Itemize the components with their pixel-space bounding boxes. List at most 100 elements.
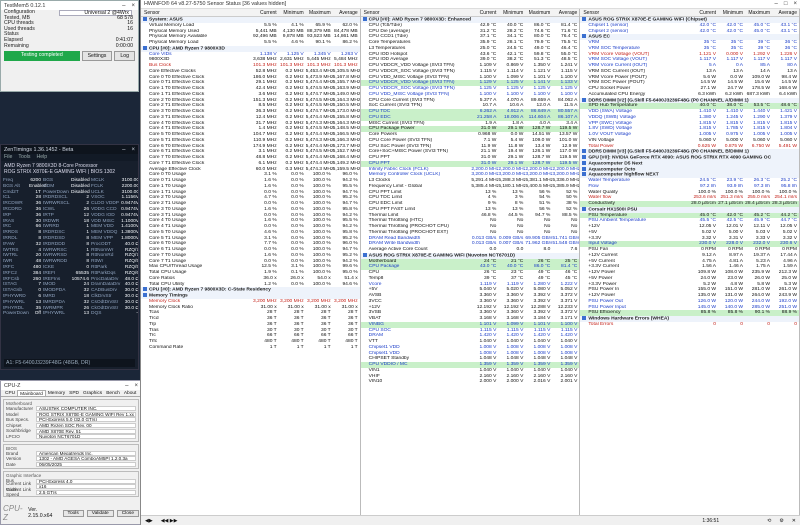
validate-button[interactable]: Validate <box>86 509 114 517</box>
status-text: Testing completed <box>4 51 80 62</box>
tab-cpu[interactable]: CPU <box>3 390 17 396</box>
bios-section: BIOS Brand American Megatrends Inc. Versio… <box>3 443 139 470</box>
field-value: AMD X870E Rev. 51 <box>36 428 136 434</box>
info-label: Remaining <box>4 42 29 49</box>
header-maximum[interactable]: Maximum <box>306 9 333 16</box>
sensor-value: 1 T <box>296 344 304 350</box>
tab-about[interactable]: About <box>122 390 139 396</box>
cpuz-footer: CPU-Z Ver. 2.15.0.x64 Tools Validate Clo… <box>3 504 139 522</box>
window-controls: – □ × <box>775 1 797 7</box>
nav-arrows-icon[interactable]: ◀◀ ▶▶ <box>161 518 178 524</box>
sensor-row[interactable]: VIN10 2.000 V 2.000 V 2.016 V 2.001 V <box>361 379 580 385</box>
chip-icon <box>362 17 367 21</box>
chip-icon <box>143 17 147 21</box>
zentimings-window: ZenTimings 1.36.1452 - Beta – × File Too… <box>0 144 139 370</box>
header-average[interactable]: Average <box>333 9 360 16</box>
field-value: PCI-Express 5.0 (32.0 GT/s) <box>36 417 136 423</box>
timing-label: tPHYWRL <box>43 311 65 317</box>
chip-icon <box>582 149 587 154</box>
sensor-value: 0 <box>713 321 717 327</box>
header-sensor[interactable]: Sensor <box>141 9 252 16</box>
tab-spd[interactable]: SPD <box>67 390 81 396</box>
header-current[interactable]: Current <box>252 9 279 16</box>
sensor-group-name: Aquacomputer D5 Next <box>588 161 643 167</box>
hwinfo-title: HWiNFO® 64 v8.27-5750 Sensor Status [36 … <box>144 1 287 7</box>
cpuz-titlebar[interactable]: CPU-Z – × <box>1 381 141 390</box>
header-minimum[interactable]: Minimum <box>498 9 525 16</box>
sensor-group-name: ASUS EC <box>588 34 611 40</box>
column-header: Sensor Current Minimum Maximum Average <box>360 9 580 17</box>
chip-icon <box>582 97 587 102</box>
hwinfo-statusbar: ◀▶ ◀◀ ▶▶ 1:36:51 ⟲ ⚙ ✕ <box>141 515 800 525</box>
dimm-select[interactable]: A1: F5-6400J3239F48G (48GB, DR) <box>4 359 135 367</box>
sensor-row[interactable]: Total Errors 0 0 0 0 <box>580 322 799 328</box>
timing-value: – <box>136 311 139 317</box>
header-sensor[interactable]: Sensor <box>361 9 472 16</box>
maximize-icon[interactable]: □ <box>784 1 788 7</box>
tools-button[interactable]: Tools <box>62 509 84 517</box>
header-average[interactable]: Average <box>772 9 799 16</box>
reset-icon[interactable]: ⟲ <box>767 518 771 524</box>
sensor-row[interactable]: Command Rate 1 T 1 T 1 T 1 T <box>141 345 360 351</box>
chip-icon <box>143 293 147 297</box>
hwinfo-titlebar[interactable]: HWiNFO® 64 v8.27-5750 Sensor Status [36 … <box>141 0 800 9</box>
chip-icon <box>582 166 587 171</box>
zentimings-titlebar[interactable]: ZenTimings 1.36.1452 - Beta – × <box>1 145 138 154</box>
menu-tools[interactable]: Tools <box>18 154 30 160</box>
tab-memory[interactable]: Memory <box>46 390 67 396</box>
sensor-group-name: Memory Timings <box>149 293 188 299</box>
field-row: Date 06/05/2025 <box>6 462 136 468</box>
header-average[interactable]: Average <box>552 9 579 16</box>
tab-mainboard[interactable]: Mainboard <box>17 390 46 397</box>
menu-help[interactable]: Help <box>36 154 47 160</box>
chip-icon <box>582 17 587 21</box>
settings-button[interactable]: Settings <box>81 51 113 62</box>
zentimings-header: AMD Ryzen 7 9800X3D 8-Core Processor ROG… <box>1 161 138 177</box>
minimize-icon[interactable]: – <box>775 1 778 7</box>
close-icon[interactable]: × <box>793 1 797 7</box>
header-minimum[interactable]: Minimum <box>279 9 306 16</box>
column-header: Sensor Current Minimum Maximum Average <box>580 9 800 17</box>
sensor-group-name: Aquacomputer Octo <box>588 166 636 172</box>
field-row: Current Link Speed 2.5 GT/s <box>6 486 136 498</box>
minimize-icon[interactable]: – <box>122 3 125 9</box>
sensor-group-name: ASUS ROG STRIX X870E-E GAMING WIFI (Chip… <box>588 17 707 23</box>
header-minimum[interactable]: Minimum <box>718 9 745 16</box>
field-value: AMD Ryzen SOC Rev. 00 <box>36 423 136 429</box>
log-button[interactable]: Log <box>114 51 135 62</box>
header-sensor[interactable]: Sensor <box>580 9 691 16</box>
close-icon[interactable]: × <box>134 383 138 389</box>
nav-left-icon[interactable]: ◀▶ <box>145 518 153 524</box>
header-current[interactable]: Current <box>471 9 498 16</box>
field-label: Current Link Speed <box>6 486 32 498</box>
field-value: Nuvoton NCT6701D <box>36 434 136 440</box>
timing-label: PowerDown <box>3 311 29 317</box>
close-icon[interactable]: × <box>131 3 135 9</box>
close-icon[interactable]: × <box>131 147 135 153</box>
header-current[interactable]: Current <box>691 9 718 16</box>
sensor-group-name: Corsair HX1500i PSU <box>588 207 638 213</box>
elapsed-clock: 1:36:51 <box>702 517 720 524</box>
column-header: Sensor Current Minimum Maximum Average <box>141 9 360 17</box>
graphic-interface-section: Graphic Interface Bus PCI-Express 4.0 Curr… <box>3 471 139 497</box>
testmem5-title: TestMem5 0.12.1 <box>4 2 46 9</box>
sensor-value: 0 <box>767 321 771 327</box>
header-maximum[interactable]: Maximum <box>525 9 552 16</box>
cpuz-logo: CPU-Z <box>3 504 23 522</box>
tab-graphics[interactable]: Graphics <box>81 390 104 396</box>
close-button[interactable]: Close <box>116 509 139 517</box>
info-row: Remaining 0:00:00 <box>1 42 138 50</box>
hwinfo-window: HWiNFO® 64 v8.27-5750 Sensor Status [36 … <box>140 0 800 525</box>
menu-file[interactable]: File <box>4 154 12 160</box>
sensor-value: 1 T <box>350 344 358 350</box>
minimize-icon[interactable]: – <box>125 383 128 389</box>
tab-bench[interactable]: Bench <box>104 390 122 396</box>
cpuz-window: CPU-Z – × CPU Mainboard Memory SPD Graphics B… <box>0 380 142 525</box>
settings-icon[interactable]: ⚙ <box>779 518 783 524</box>
close-sensors-icon[interactable]: ✕ <box>792 518 796 524</box>
sensor-name: Command Rate <box>149 344 184 350</box>
minimize-icon[interactable]: – <box>122 147 125 153</box>
header-maximum[interactable]: Maximum <box>745 9 772 16</box>
sensor-group-name: GPU [#0]: NVIDIA GeForce RTX 4090: ASUS … <box>588 155 772 161</box>
window-controls: – × <box>125 383 138 389</box>
